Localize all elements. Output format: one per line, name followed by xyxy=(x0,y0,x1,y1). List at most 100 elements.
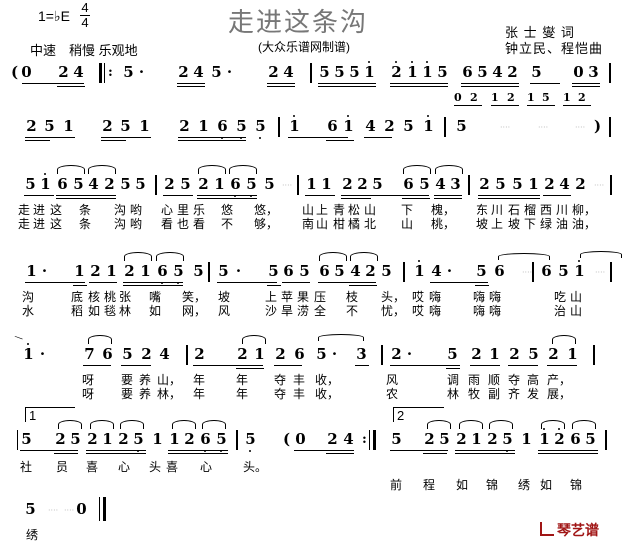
barline xyxy=(103,497,106,521)
note: 6 xyxy=(283,262,294,280)
note: 2 xyxy=(90,262,101,280)
beam-underline xyxy=(123,282,183,283)
slur-arc xyxy=(124,252,152,261)
lyric-verse-2: 下 xyxy=(524,217,537,231)
lyric-verse-2: 不 xyxy=(221,217,234,231)
beam-underline xyxy=(305,195,335,196)
slur-arc xyxy=(88,335,112,344)
note: · xyxy=(235,262,242,280)
note: 4 xyxy=(73,63,84,81)
slur-arc xyxy=(58,420,82,429)
note: 2 xyxy=(554,430,565,448)
barline xyxy=(186,345,188,365)
lyric-verse-2: 山 xyxy=(316,217,329,231)
note: 5 xyxy=(437,63,448,81)
note: 5 xyxy=(218,262,229,280)
beam-underline xyxy=(267,285,281,286)
note: 6 xyxy=(57,175,68,193)
slur-arc xyxy=(435,165,463,174)
note: 4 xyxy=(88,175,99,193)
dash: ···· xyxy=(64,506,75,515)
beam-underline xyxy=(470,365,500,366)
note: 7 xyxy=(84,345,95,363)
lyric-verse-1: 头 xyxy=(149,460,162,474)
note: 3 xyxy=(450,175,461,193)
tempo-marking: 中速 稍慢 乐观地 xyxy=(30,43,138,58)
note: 1 xyxy=(539,430,550,448)
note: 1 xyxy=(102,430,113,448)
note: 1 xyxy=(574,262,585,280)
note: · xyxy=(41,262,48,280)
beam-underline xyxy=(543,195,571,196)
note: 5 xyxy=(447,345,458,363)
beam-underline xyxy=(101,137,151,138)
note: 5 xyxy=(73,175,84,193)
high-octave-dot xyxy=(411,61,413,63)
beam-underline xyxy=(355,365,369,366)
note: 1 xyxy=(489,345,500,363)
beam-underline xyxy=(508,365,538,366)
slur-arc xyxy=(350,252,378,261)
lyric-verse-2: 呀 xyxy=(82,387,95,401)
lyric-verse-2: 进 xyxy=(33,217,46,231)
beam-underline xyxy=(294,450,354,451)
lyric-verse-2: 如 xyxy=(149,304,162,318)
note: 2 xyxy=(141,345,152,363)
beam-underline xyxy=(25,282,85,283)
note: 4 xyxy=(343,430,354,448)
beam-underline xyxy=(349,285,377,286)
beam-underline xyxy=(326,140,354,141)
note: 1 xyxy=(106,262,117,280)
note: 2 xyxy=(357,175,368,193)
barline xyxy=(99,497,100,521)
barline xyxy=(593,345,595,365)
note: 5 xyxy=(246,175,257,193)
beam-underline xyxy=(455,450,515,451)
lyric-verse-2: 全 xyxy=(314,304,327,318)
note: 5 xyxy=(255,117,266,135)
note: 2 xyxy=(391,63,402,81)
note: 1 xyxy=(63,117,74,135)
note: 4 xyxy=(193,63,204,81)
beam-underline xyxy=(572,86,600,87)
note: 1 xyxy=(26,262,37,280)
note: 5 xyxy=(528,345,539,363)
dash: ···· xyxy=(282,181,293,190)
lyric-verse-2: 也 xyxy=(177,217,190,231)
note: 5 xyxy=(173,262,184,280)
lyric-verse-2: 这 xyxy=(50,217,63,231)
slur-arc xyxy=(242,335,266,344)
note: 6 xyxy=(327,117,338,135)
note: 4 xyxy=(492,63,503,81)
note: 5 xyxy=(236,117,247,135)
time-signature: 4 4 xyxy=(80,1,90,30)
note: 2 xyxy=(268,63,279,81)
beam-underline xyxy=(25,137,75,138)
beam-underline xyxy=(197,198,257,199)
note: 5 xyxy=(21,430,32,448)
note: 2 xyxy=(456,430,467,448)
note: 1 xyxy=(567,345,578,363)
dash: ···· xyxy=(522,268,533,277)
note: 0 xyxy=(295,430,306,448)
beam-underline xyxy=(54,453,78,454)
note: 2 xyxy=(365,262,376,280)
note: 2 xyxy=(424,430,435,448)
beam-underline xyxy=(168,453,228,454)
note: 5 xyxy=(120,175,131,193)
note: 2 xyxy=(104,175,115,193)
note: 5 xyxy=(133,430,144,448)
note: 1 xyxy=(169,430,180,448)
alt-note: 2 xyxy=(507,91,515,104)
lyric-verse-2: 如 xyxy=(456,478,469,492)
lyric-verse-2: 网， xyxy=(182,304,207,318)
note: 5 xyxy=(502,430,513,448)
note: 1 xyxy=(198,117,209,135)
beam-underline xyxy=(547,365,577,366)
time-sig-bottom: 4 xyxy=(81,15,89,30)
note: 5 xyxy=(122,345,133,363)
lyric-verse-2: 农 xyxy=(386,387,399,401)
beam-underline xyxy=(24,195,54,196)
note: 5 xyxy=(264,175,275,193)
dash: ···· xyxy=(575,123,586,132)
